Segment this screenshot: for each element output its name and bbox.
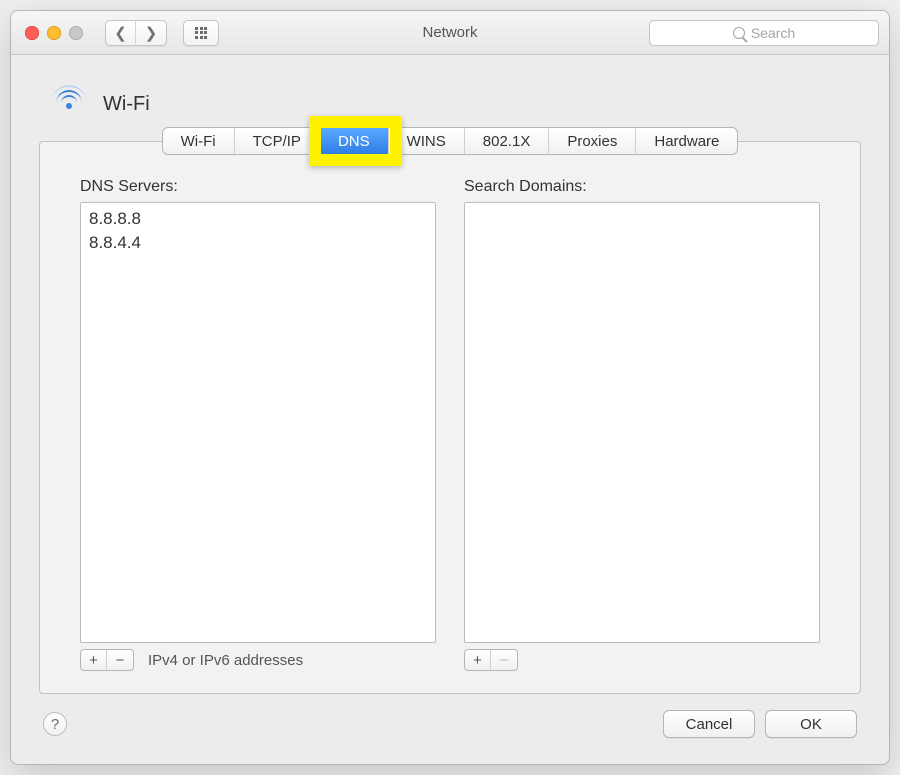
- tab-proxies[interactable]: Proxies: [549, 128, 636, 154]
- nav-back-button[interactable]: ❮: [106, 20, 136, 46]
- dns-server-entry[interactable]: 8.8.8.8: [89, 207, 427, 231]
- search-domains-addremove: + −: [464, 649, 518, 671]
- wifi-icon: [49, 89, 89, 119]
- tab-tcp-ip[interactable]: TCP/IP: [235, 128, 320, 154]
- search-domain-remove-button: −: [491, 650, 517, 670]
- traffic-lights: [25, 26, 83, 40]
- pane-header: Wi-Fi: [49, 89, 861, 119]
- search-placeholder: Search: [751, 25, 795, 41]
- search-input[interactable]: Search: [649, 20, 879, 46]
- columns: DNS Servers: 8.8.8.88.8.4.4 + − IPv4 or …: [80, 178, 820, 671]
- search-domains-controls: + −: [464, 649, 820, 671]
- tab-wins[interactable]: WINS: [389, 128, 465, 154]
- tab-dns[interactable]: DNS: [320, 128, 389, 154]
- footer: ? Cancel OK: [39, 710, 861, 744]
- titlebar: ❮ ❯ Network Search: [11, 11, 889, 55]
- content-area: Wi-Fi Wi-FiTCP/IPDNSWINS802.1XProxiesHar…: [11, 55, 889, 764]
- nav-forward-button[interactable]: ❯: [136, 20, 166, 46]
- dns-server-entry[interactable]: 8.8.4.4: [89, 231, 427, 255]
- search-domains-column: Search Domains: + −: [464, 178, 820, 671]
- help-button[interactable]: ?: [43, 712, 67, 736]
- dns-server-remove-button[interactable]: −: [107, 650, 133, 670]
- ok-button[interactable]: OK: [765, 710, 857, 738]
- grid-icon: [195, 27, 207, 39]
- dns-servers-list[interactable]: 8.8.8.88.8.4.4: [80, 202, 436, 643]
- dns-servers-label: DNS Servers:: [80, 178, 436, 196]
- search-domains-label: Search Domains:: [464, 178, 820, 196]
- cancel-button[interactable]: Cancel: [663, 710, 755, 738]
- nav-back-forward-group: ❮ ❯: [105, 20, 167, 46]
- search-icon: [733, 27, 745, 39]
- search-domains-list[interactable]: [464, 202, 820, 643]
- tab-wi-fi[interactable]: Wi-Fi: [163, 128, 235, 154]
- settings-panel: DNS Servers: 8.8.8.88.8.4.4 + − IPv4 or …: [39, 141, 861, 694]
- dns-servers-addremove: + −: [80, 649, 134, 671]
- minimize-window-button[interactable]: [47, 26, 61, 40]
- chevron-left-icon: ❮: [114, 24, 127, 42]
- dns-servers-column: DNS Servers: 8.8.8.88.8.4.4 + − IPv4 or …: [80, 178, 436, 671]
- dns-servers-hint: IPv4 or IPv6 addresses: [148, 652, 303, 669]
- show-all-button[interactable]: [183, 20, 219, 46]
- chevron-right-icon: ❯: [145, 24, 158, 42]
- close-window-button[interactable]: [25, 26, 39, 40]
- tab-hardware[interactable]: Hardware: [636, 128, 737, 154]
- dns-server-add-button[interactable]: +: [81, 650, 107, 670]
- zoom-window-button[interactable]: [69, 26, 83, 40]
- pane-title: Wi-Fi: [103, 93, 150, 116]
- dns-servers-controls: + − IPv4 or IPv6 addresses: [80, 649, 436, 671]
- search-domain-add-button[interactable]: +: [465, 650, 491, 670]
- tab-bar: Wi-FiTCP/IPDNSWINS802.1XProxiesHardware: [162, 127, 739, 155]
- network-window: ❮ ❯ Network Search Wi-Fi: [10, 10, 890, 765]
- tab-802-1x[interactable]: 802.1X: [465, 128, 550, 154]
